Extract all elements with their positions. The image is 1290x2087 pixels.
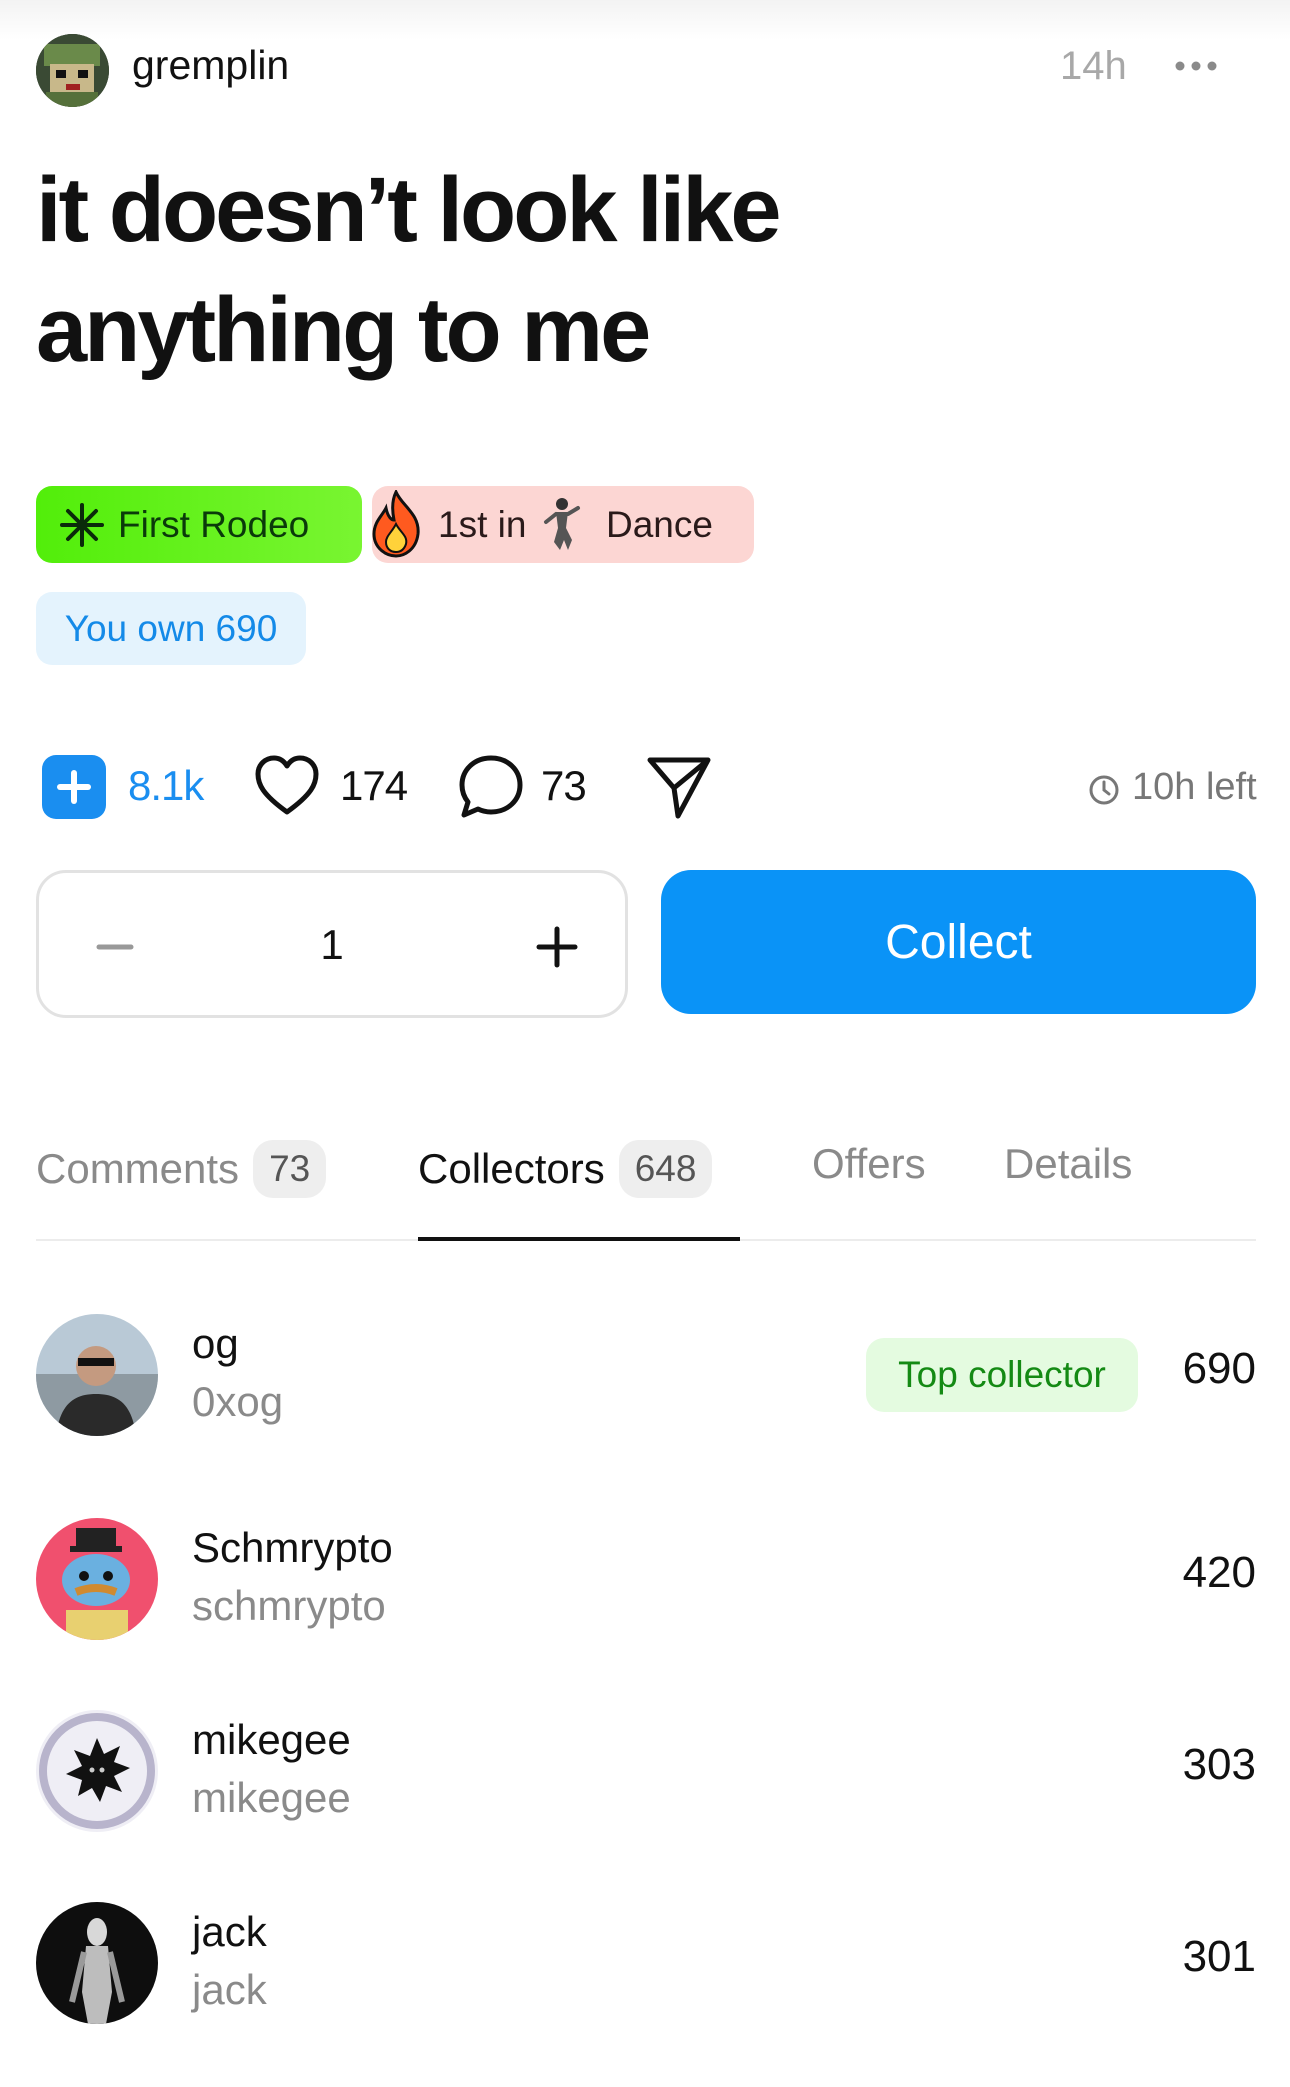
comment-icon[interactable]	[456, 752, 526, 827]
collector-amount: 420	[1182, 1548, 1256, 1597]
collector-name: Schmrypto	[192, 1524, 393, 1571]
time-left: 10h left	[1132, 766, 1257, 808]
collector-amount: 301	[1182, 1932, 1256, 1981]
post-title: it doesn’t look like anything to me	[36, 159, 782, 381]
plus-icon[interactable]	[42, 755, 106, 819]
collector-amount: 303	[1182, 1740, 1256, 1789]
tab-label: Details	[1004, 1140, 1133, 1187]
list-item[interactable]: og 0xog Top collector 690	[36, 1314, 1256, 1438]
flame-icon	[368, 488, 424, 563]
tab-comments[interactable]: Comments 73	[36, 1140, 327, 1198]
collect-button[interactable]: Collect	[661, 870, 1256, 1014]
author-username[interactable]: gremplin	[132, 42, 289, 89]
author-avatar[interactable]	[36, 34, 109, 107]
avatar[interactable]	[36, 1902, 158, 2024]
collector-amount: 690	[1182, 1344, 1256, 1393]
tab-offers[interactable]: Offers	[812, 1140, 926, 1188]
tab-label: Comments	[36, 1145, 240, 1192]
avatar[interactable]	[36, 1710, 158, 1832]
collector-handle: schmrypto	[192, 1582, 386, 1629]
tab-collectors[interactable]: Collectors 648	[418, 1140, 713, 1198]
first-rodeo-label: First Rodeo	[118, 503, 310, 545]
heart-icon[interactable]	[252, 752, 322, 827]
like-count: 174	[340, 762, 408, 809]
collector-name: jack	[192, 1908, 267, 1955]
rank-badge[interactable]: 1st in Dance	[372, 486, 754, 563]
comment-count: 73	[541, 762, 587, 809]
collect-count: 8.1k	[128, 762, 204, 809]
first-rodeo-badge[interactable]: First Rodeo	[36, 486, 362, 563]
tab-count: 73	[253, 1140, 327, 1198]
quantity-stepper[interactable]: 1	[36, 870, 628, 1018]
tab-count: 648	[618, 1140, 713, 1198]
increment-plus-icon[interactable]	[533, 923, 581, 971]
rank-prefix: 1st in	[438, 504, 527, 545]
list-item[interactable]: jack jack 301	[36, 1902, 1256, 2026]
dancer-icon	[542, 496, 582, 557]
send-icon[interactable]	[646, 752, 712, 827]
tab-label: Offers	[812, 1140, 926, 1187]
top-fade	[0, 0, 1290, 40]
avatar[interactable]	[36, 1314, 158, 1436]
list-item[interactable]: mikegee mikegee 303	[36, 1710, 1256, 1834]
clock-icon	[1088, 774, 1120, 811]
tab-label: Collectors	[418, 1145, 605, 1192]
collector-name: og	[192, 1320, 239, 1367]
top-collector-badge: Top collector	[866, 1338, 1138, 1412]
tab-details[interactable]: Details	[1004, 1140, 1132, 1188]
collector-handle: 0xog	[192, 1378, 284, 1425]
avatar[interactable]	[36, 1518, 158, 1640]
ownership-badge: You own 690	[36, 592, 306, 665]
active-tab-indicator	[418, 1237, 740, 1241]
asterisk-icon	[58, 501, 106, 549]
rank-category: Dance	[606, 504, 713, 545]
more-icon[interactable]	[1172, 54, 1220, 78]
post-time: 14h	[1060, 44, 1127, 88]
collector-handle: jack	[192, 1966, 267, 2013]
collector-name: mikegee	[192, 1716, 351, 1763]
list-item[interactable]: Schmrypto schmrypto 420	[36, 1518, 1256, 1642]
collector-handle: mikegee	[192, 1774, 351, 1821]
